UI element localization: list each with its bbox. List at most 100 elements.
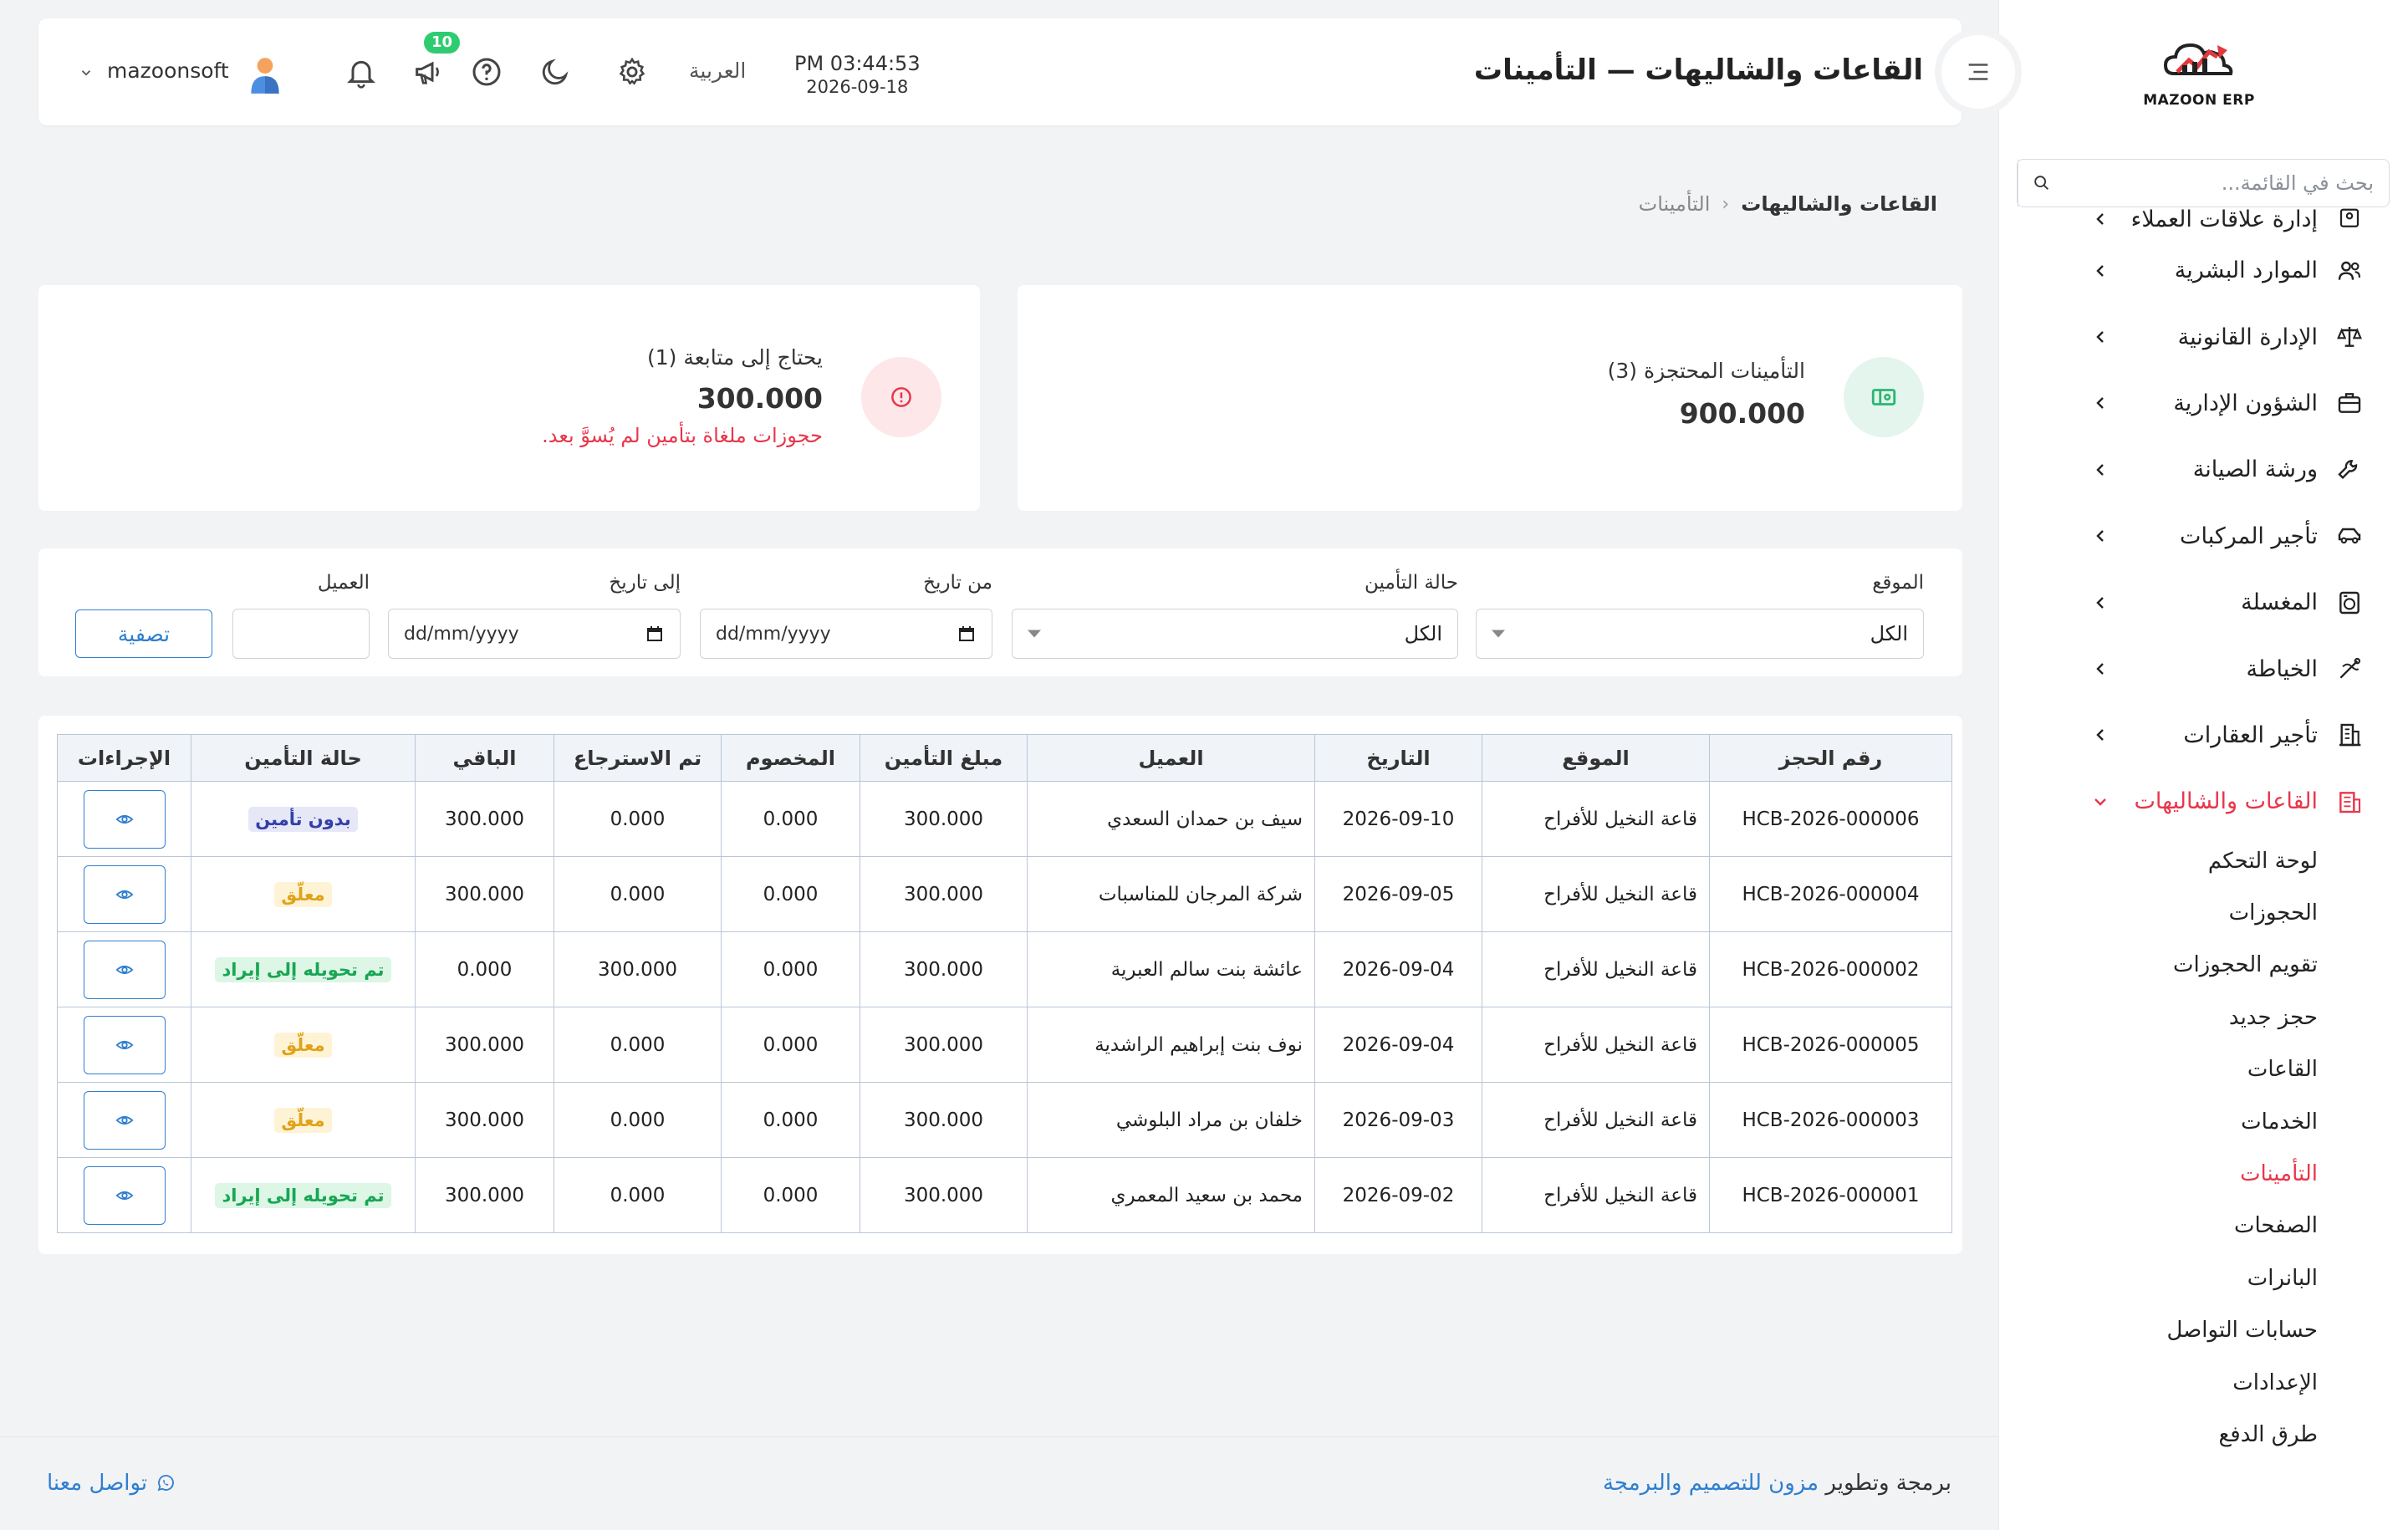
cell-amount: 300.000 [860,1007,1028,1083]
subitem-halls[interactable]: القاعات [1998,1043,2408,1095]
sidebar-item-laundry[interactable]: المغسلة [1998,569,2408,635]
chevron-left-icon [2096,596,2104,609]
search-icon[interactable] [2018,160,2064,207]
calendar-icon[interactable] [957,624,977,644]
sidebar-item-hr[interactable]: الموارد البشرية [1998,237,2408,303]
user-avatar[interactable] [244,54,286,95]
sidebar-item-label: تأجير المركبات [2180,523,2318,549]
cell-client: نوف بنت إبراهيم الراشدية [1027,1007,1315,1083]
filter-button[interactable]: تصفية [75,609,212,658]
sidebar-item-workshop[interactable]: ورشة الصيانة [1998,436,2408,502]
subitem-bookings[interactable]: الحجوزات [1998,887,2408,939]
cell-client: شركة المرجان للمناسبات [1027,856,1315,932]
subitem-social-accounts[interactable]: حسابات التواصل [1998,1304,2408,1356]
status-badge: تم تحويله إلى إيراد [215,1182,391,1208]
table-row: HCB-2026-000002 قاعة النخيل للأفراح 2026… [57,931,1952,1007]
language-switch[interactable]: العربية [689,59,746,83]
subitem-bookings-calendar[interactable]: تقويم الحجوزات [1998,939,2408,991]
client-input[interactable] [232,609,370,659]
cell-remaining: 0.000 [415,931,554,1007]
sidebar-item-tailoring[interactable]: الخياطة [1998,635,2408,701]
breadcrumb-section[interactable]: القاعات والشاليهات [1741,192,1937,216]
notifications-button[interactable] [343,54,380,90]
theme-toggle-button[interactable] [537,54,574,90]
subitem-deposits[interactable]: التأمينات [1998,1148,2408,1200]
subitem-services[interactable]: الخدمات [1998,1095,2408,1147]
cell-deducted: 0.000 [721,856,860,932]
view-button[interactable] [83,789,166,849]
subitem-pages[interactable]: الصفحات [1998,1200,2408,1252]
col-booking-no[interactable]: رقم الحجز [1709,734,1952,782]
chevron-down-icon[interactable] [79,65,94,80]
clock-time: PM 03:44:53 [794,52,921,75]
announcements-button[interactable]: 10 [410,32,460,90]
subitem-banners[interactable]: البانرات [1998,1252,2408,1304]
scale-icon [2333,320,2366,354]
cell-deducted: 0.000 [721,931,860,1007]
app-logo[interactable]: MAZOON ERP [2140,32,2258,115]
view-button[interactable] [83,1015,166,1074]
from-date-label: من تاريخ [923,572,992,594]
alert-icon [891,387,911,407]
sidebar-menu: إدارة علاقات العملاء الموارد البشرية الإ… [1998,207,2408,1505]
view-button[interactable] [83,1090,166,1150]
sidebar-item-crm[interactable]: إدارة علاقات العملاء [1998,207,2408,237]
sidebar-item-halls[interactable]: القاعات والشاليهات [1998,768,2408,834]
col-deposit-status[interactable]: حالة التأمين [191,734,416,782]
whatsapp-icon [157,1475,175,1492]
view-button[interactable] [83,1165,166,1225]
cell-date: 2026-09-10 [1314,781,1482,857]
cell-location: قاعة النخيل للأفراح [1482,1082,1710,1158]
status-badge: بدون تأمين [248,806,358,832]
needs-followup-amount: 300.000 [696,382,823,415]
chevron-left-icon [2096,331,2104,343]
table-row: HCB-2026-000005 قاعة النخيل للأفراح 2026… [57,1007,1952,1083]
status-select[interactable]: الكل [1012,609,1458,659]
sidebar-item-vehicles[interactable]: تأجير المركبات [1998,503,2408,569]
settings-button[interactable] [614,54,650,90]
cell-actions [57,1082,191,1158]
table-row: HCB-2026-000001 قاعة النخيل للأفراح 2026… [57,1157,1952,1233]
col-deposit-amount[interactable]: مبلغ التأمين [860,734,1028,782]
col-client[interactable]: العميل [1027,734,1315,782]
subitem-settings[interactable]: الإعدادات [1998,1356,2408,1408]
contact-us-link[interactable]: تواصل معنا [47,1471,176,1496]
subitem-new-booking[interactable]: حجز جديد [1998,992,2408,1043]
chevron-left-icon [2096,264,2104,277]
bell-icon [347,60,375,89]
cell-client: محمد بن سعيد المعمري [1027,1157,1315,1233]
top-header: القاعات والشاليهات — التأمينات PM 03:44:… [38,18,2015,125]
col-refunded[interactable]: تم الاسترجاع [554,734,722,782]
status-badge: معلّق [274,1032,332,1058]
sidebar-item-realestate[interactable]: تأجير العقارات [1998,702,2408,768]
held-deposits-icon-circle [1844,357,1924,437]
subitem-dashboard[interactable]: لوحة التحكم [1998,835,2408,887]
from-date-input[interactable]: dd/mm/yyyy [700,609,992,659]
col-remaining[interactable]: الباقي [415,734,554,782]
location-select[interactable]: الكل [1476,609,1924,659]
cell-status: معلّق [191,1007,416,1083]
col-location[interactable]: الموقع [1482,734,1710,782]
to-date-input[interactable]: dd/mm/yyyy [388,609,681,659]
col-date[interactable]: التاريخ [1314,734,1482,782]
subitem-payment-methods[interactable]: طرق الدفع [1998,1409,2408,1461]
chevron-left-icon [2096,729,2104,742]
status-select-value: الكل [1404,622,1442,645]
view-button[interactable] [83,940,166,999]
cell-booking-no: HCB-2026-000004 [1709,856,1952,932]
menu-toggle-button[interactable] [1941,35,2015,109]
eye-icon [115,965,134,974]
from-date-placeholder: dd/mm/yyyy [716,623,831,645]
col-deducted[interactable]: المخصوم [721,734,860,782]
sidebar-search-input[interactable] [2064,171,2389,195]
sidebar-item-admin[interactable]: الشؤون الإدارية [1998,370,2408,436]
view-button[interactable] [83,864,166,924]
help-button[interactable] [468,54,505,90]
cell-actions [57,1007,191,1083]
table-row: HCB-2026-000006 قاعة النخيل للأفراح 2026… [57,781,1952,857]
calendar-icon[interactable] [645,624,665,644]
username[interactable]: mazoonsoft [107,59,229,83]
cell-amount: 300.000 [860,1157,1028,1233]
footer-credit-link[interactable]: مزون للتصميم والبرمجة [1603,1471,1819,1496]
sidebar-item-legal[interactable]: الإدارة القانونية [1998,303,2408,370]
